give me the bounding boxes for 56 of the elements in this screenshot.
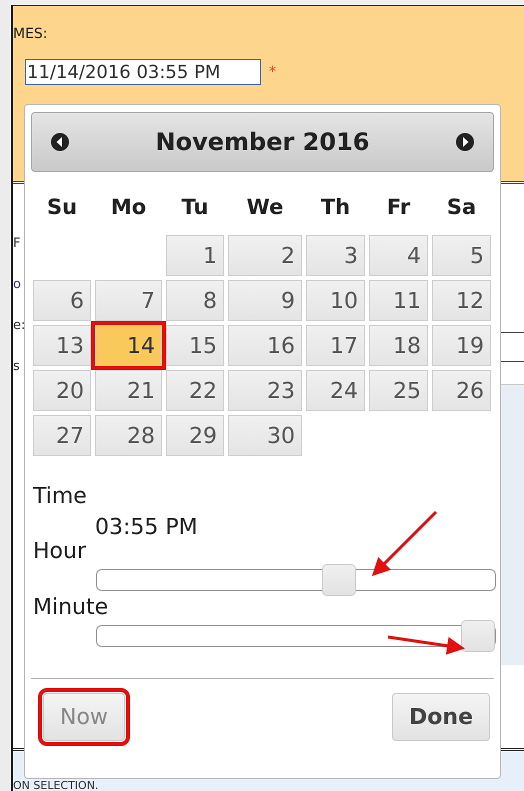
weekday-label: Sa xyxy=(446,194,478,218)
day-cell[interactable]: 19 xyxy=(432,325,491,366)
next-icon[interactable] xyxy=(454,132,475,152)
day-cell[interactable]: 18 xyxy=(369,325,428,366)
day-cell[interactable]: 11 xyxy=(369,280,428,321)
section-heading: ON SELECTION. xyxy=(13,780,98,791)
slider-handle[interactable] xyxy=(461,620,496,652)
label-fragment: o xyxy=(13,277,22,292)
time-value: 03:55 PM xyxy=(95,515,199,540)
day-cell[interactable]: 24 xyxy=(306,370,365,411)
label-fragment: e: xyxy=(13,318,26,333)
day-cell[interactable]: 30 xyxy=(228,415,302,456)
month-title: November 2016 xyxy=(156,128,370,156)
weekday-label: Tu xyxy=(180,194,210,218)
day-cell[interactable]: 21 xyxy=(95,370,162,411)
slider-label: Minute xyxy=(33,595,110,620)
weekday-label: Fr xyxy=(386,194,412,218)
required-mark: * xyxy=(269,64,276,80)
day-cell[interactable]: 5 xyxy=(432,235,491,276)
label-fragment: s xyxy=(13,359,21,374)
day-cell[interactable]: 15 xyxy=(166,325,224,366)
day-cell[interactable]: 26 xyxy=(432,370,491,411)
day-cell[interactable]: 29 xyxy=(166,415,224,456)
field-label: MES: xyxy=(13,26,48,42)
day-cell[interactable]: 17 xyxy=(306,325,365,366)
date-input-field[interactable]: 11/14/2016 03:55 PM xyxy=(25,59,261,85)
weekday-label: Su xyxy=(46,194,78,218)
day-cell[interactable]: 7 xyxy=(95,280,162,321)
day-cell[interactable]: 13 xyxy=(33,325,91,366)
day-cell[interactable]: 3 xyxy=(306,235,365,276)
slider-handle[interactable] xyxy=(322,564,356,596)
day-cell[interactable]: 20 xyxy=(33,370,91,411)
day-cell[interactable]: 9 xyxy=(228,280,302,321)
day-cell[interactable]: 12 xyxy=(432,280,491,321)
weekday-label: Mo xyxy=(110,194,148,218)
day-cell[interactable]: 27 xyxy=(33,415,91,456)
weekday-label: We xyxy=(246,194,284,218)
day-cell[interactable]: 4 xyxy=(369,235,428,276)
day-cell[interactable]: 10 xyxy=(306,280,365,321)
day-cell[interactable]: 28 xyxy=(95,415,162,456)
slider-label: Hour xyxy=(33,539,87,564)
day-cell[interactable]: 22 xyxy=(166,370,224,411)
day-cell[interactable]: 6 xyxy=(33,280,91,321)
day-cell[interactable]: 25 xyxy=(369,370,428,411)
day-cell[interactable]: 16 xyxy=(228,325,302,366)
label-fragment: F xyxy=(13,236,22,251)
done-button[interactable]: Done xyxy=(392,693,490,741)
arrow xyxy=(372,510,438,576)
day-cell[interactable]: 1 xyxy=(166,235,224,276)
weekday-label: Th xyxy=(320,194,352,218)
input-field[interactable] xyxy=(500,332,524,362)
previous-icon[interactable] xyxy=(50,132,70,152)
time-label: Time xyxy=(33,484,88,509)
day-cell[interactable]: 8 xyxy=(166,280,224,321)
day-cell[interactable]: 2 xyxy=(228,235,302,276)
day-cell[interactable]: 23 xyxy=(228,370,302,411)
